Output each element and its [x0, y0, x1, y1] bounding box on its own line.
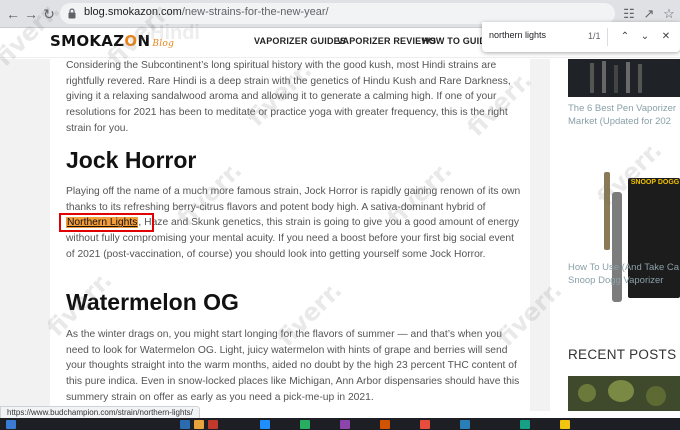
page-gutter-left — [0, 59, 50, 411]
url-path: /new-strains-for-the-new-year/ — [181, 6, 329, 18]
taskbar-app-icon[interactable] — [340, 420, 350, 429]
lock-icon[interactable] — [68, 8, 76, 19]
jock-text-before: Playing off the name of a much more famo… — [66, 186, 521, 213]
address-bar[interactable]: blog.smokazon.com/new-strains-for-the-ne… — [60, 3, 615, 24]
taskbar-app-icon[interactable] — [300, 420, 310, 429]
sidebar-post-1-title[interactable]: The 6 Best Pen Vaporizer Market (Updated … — [568, 102, 680, 128]
find-divider — [607, 28, 608, 46]
paragraph-watermelon-og: As the winter drags on, you might start … — [66, 329, 520, 403]
logo-text-o: O — [124, 32, 138, 50]
sidebar-post-1-line-1: The 6 Best Pen Vaporizer — [568, 103, 677, 114]
post-thumbnail-pens[interactable] — [568, 59, 680, 97]
sidebar: The 6 Best Pen Vaporizer Market (Updated … — [550, 59, 680, 411]
logo-text-b: N — [137, 32, 151, 50]
nav-vaporizer-guides[interactable]: VAPORIZER GUIDES — [254, 36, 346, 46]
post-thumbnail-snoop[interactable]: SNOOP DOGG — [568, 162, 680, 312]
sidebar-post-2-line-1: How To Use (And Take Ca — [568, 262, 680, 273]
find-close-icon[interactable]: ✕ — [658, 29, 674, 45]
address-url[interactable]: blog.smokazon.com/new-strains-for-the-ne… — [84, 6, 329, 18]
find-match-count: 1/1 — [588, 31, 601, 41]
share-icon[interactable]: ↗ — [640, 5, 658, 23]
sidebar-post-2-title[interactable]: How To Use (And Take Ca Snoop Dogg Vapori… — [568, 261, 680, 287]
find-previous-icon[interactable]: ⌃ — [617, 29, 633, 45]
find-bar: 1/1 ⌃ ⌄ ✕ — [482, 22, 680, 52]
sidebar-post-2-line-2: Snoop Dogg Vaporizer — [568, 275, 664, 286]
taskbar-app-icon[interactable] — [420, 420, 430, 429]
find-icon[interactable]: ☷ — [620, 5, 638, 23]
annotation-highlight-box — [59, 213, 154, 232]
taskbar-app-icon[interactable] — [208, 420, 218, 429]
forward-arrow-icon[interactable]: → — [22, 5, 40, 23]
find-input[interactable] — [489, 30, 599, 40]
snoop-label: SNOOP DOGG — [630, 179, 680, 186]
os-taskbar — [0, 418, 680, 430]
taskbar-app-icon[interactable] — [260, 420, 270, 429]
star-icon[interactable]: ☆ — [660, 5, 678, 23]
url-host: blog.smokazon.com — [84, 6, 182, 18]
ghost-heading: Hindi — [150, 22, 200, 44]
reload-icon[interactable]: ↻ — [40, 5, 58, 23]
taskbar-app-icon[interactable] — [560, 420, 570, 429]
taskbar-folder-icon[interactable] — [194, 420, 204, 429]
recent-posts-heading: RECENT POSTS — [568, 347, 677, 362]
sidebar-post-1-line-2: Market (Updated for 202 — [568, 116, 671, 127]
taskbar-app-icon[interactable] — [520, 420, 530, 429]
heading-jock-horror: Jock Horror — [66, 147, 197, 173]
paragraph-rare-hindi: Considering the Subcontinent’s long spir… — [66, 60, 511, 134]
page-gutter-middle — [530, 59, 550, 411]
logo-text-a: SMOKAZ — [50, 32, 125, 50]
taskbar-app-icon[interactable] — [380, 420, 390, 429]
taskbar-app-icon[interactable] — [180, 420, 190, 429]
taskbar-app-icon[interactable] — [460, 420, 470, 429]
find-next-icon[interactable]: ⌄ — [637, 29, 653, 45]
article-body: Considering the Subcontinent’s long spir… — [50, 59, 530, 411]
recent-post-thumbnail[interactable] — [568, 376, 680, 411]
start-icon[interactable] — [6, 420, 16, 429]
back-arrow-icon[interactable]: ← — [4, 5, 22, 23]
browser-window: ← → ↻ blog.smokazon.com/new-strains-for-… — [0, 0, 680, 430]
heading-watermelon-og: Watermelon OG — [66, 289, 239, 315]
